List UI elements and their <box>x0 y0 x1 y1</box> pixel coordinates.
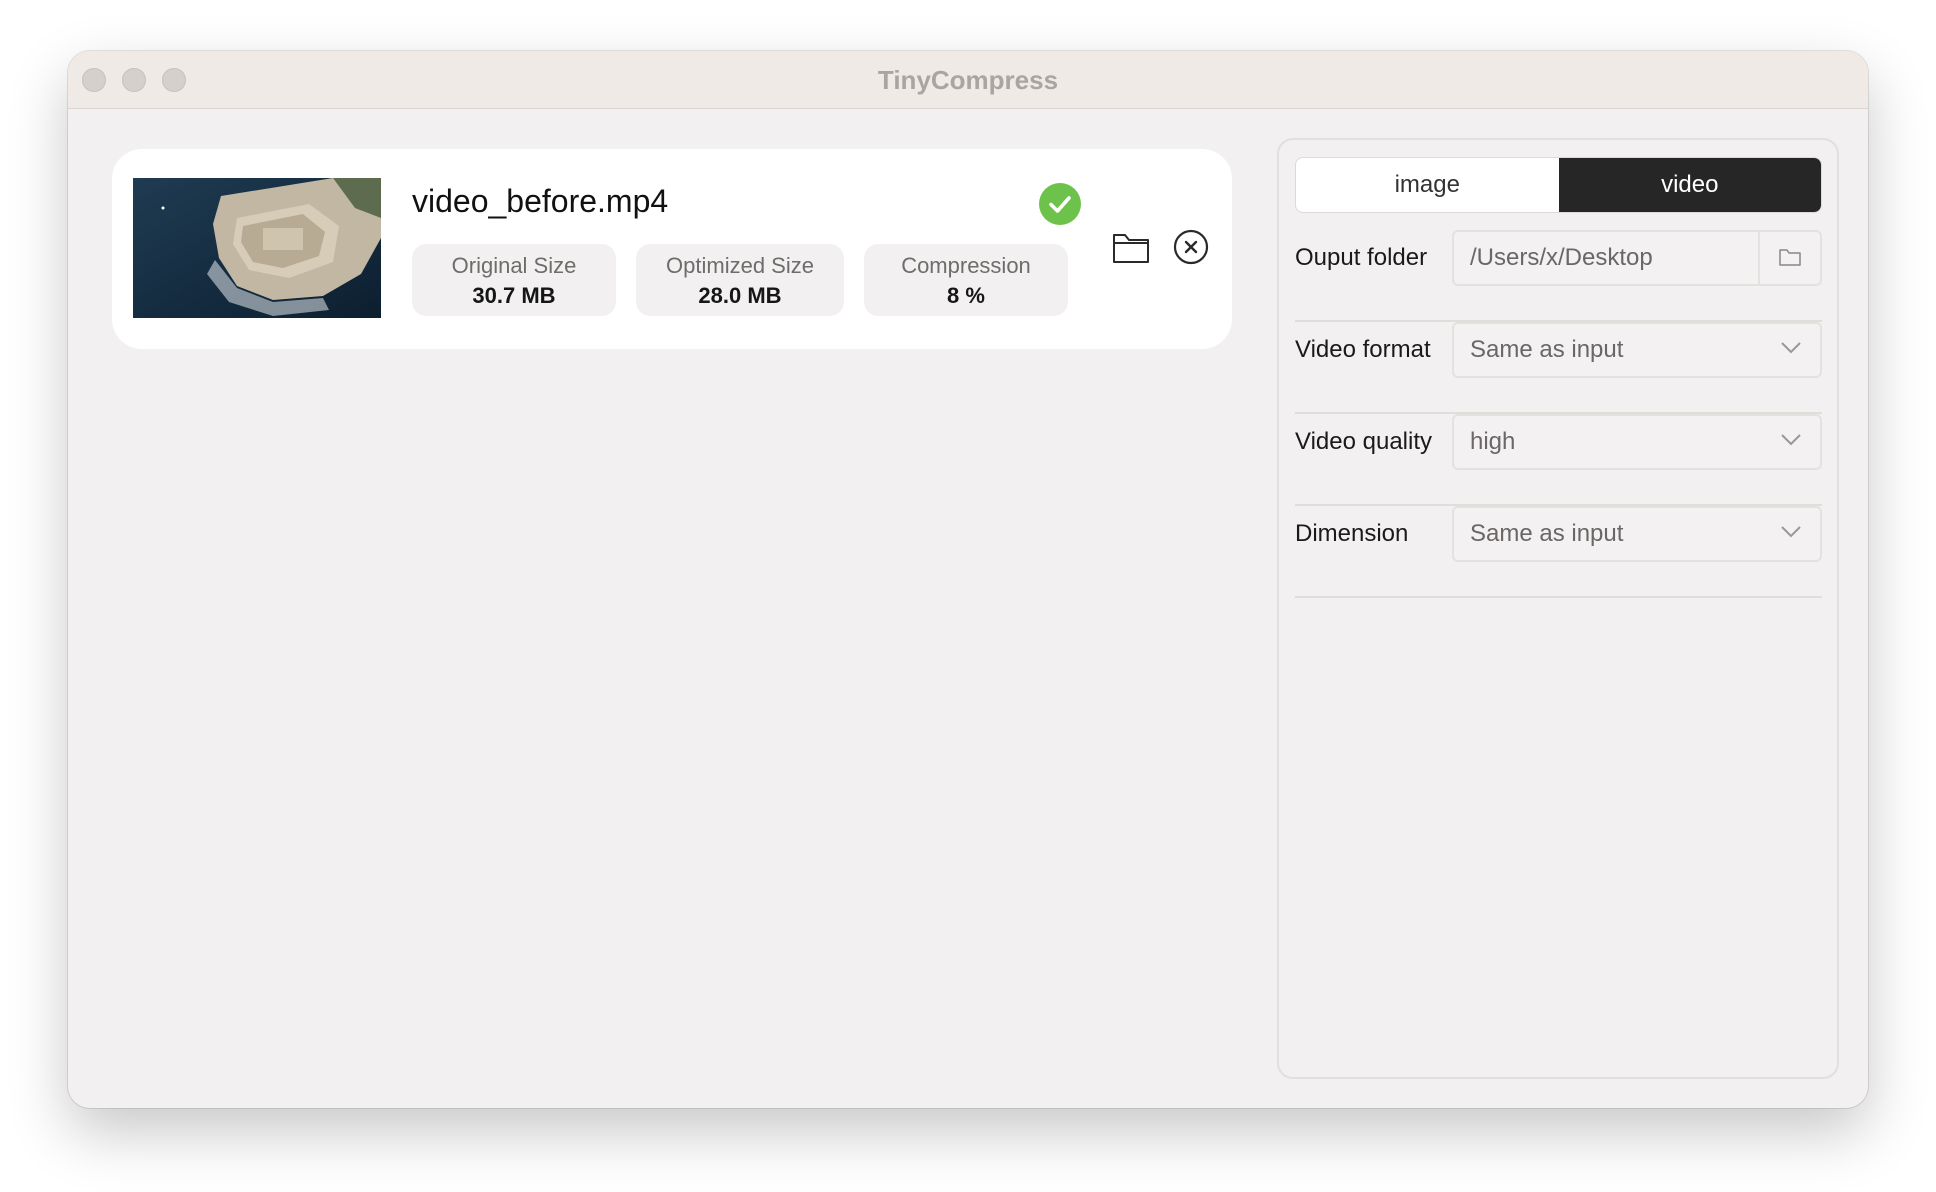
output-folder-row: Ouput folder /Users/x/Desktop <box>1295 230 1822 322</box>
optimized-size-stat: Optimized Size 28.0 MB <box>636 244 844 316</box>
video-quality-row: Video quality high <box>1295 414 1822 506</box>
dimension-row: Dimension Same as input <box>1295 506 1822 598</box>
chevron-down-icon <box>1781 342 1801 354</box>
chevron-down-icon <box>1781 434 1801 446</box>
video-format-label: Video format <box>1295 336 1431 363</box>
video-format-select[interactable]: Same as input <box>1452 322 1822 378</box>
output-folder-field[interactable]: /Users/x/Desktop <box>1452 230 1822 286</box>
folder-icon <box>1779 249 1801 266</box>
tab-image[interactable]: image <box>1296 158 1559 212</box>
original-size-value: 30.7 MB <box>472 283 556 308</box>
optimized-size-value: 28.0 MB <box>698 283 782 308</box>
folder-icon[interactable] <box>1112 231 1150 265</box>
app-window: TinyCompress video_before.mp4 Original S… <box>68 51 1868 1108</box>
dimension-label: Dimension <box>1295 520 1409 547</box>
output-folder-label: Ouput folder <box>1295 244 1428 271</box>
file-name: video_before.mp4 <box>412 183 669 219</box>
close-circle-icon[interactable] <box>1173 229 1209 265</box>
title-bar[interactable]: TinyCompress <box>68 51 1868 109</box>
media-type-toggle: image video <box>1295 157 1822 213</box>
video-format-row: Video format Same as input <box>1295 322 1822 414</box>
dimension-value: Same as input <box>1470 520 1624 547</box>
original-size-label: Original Size <box>451 253 577 278</box>
video-quality-value: high <box>1470 428 1516 455</box>
dimension-select[interactable]: Same as input <box>1452 506 1822 562</box>
file-item-card: video_before.mp4 Original Size 30.7 MB O… <box>112 149 1232 349</box>
output-folder-value: /Users/x/Desktop <box>1470 244 1653 271</box>
choose-folder-button[interactable] <box>1758 232 1820 284</box>
tab-video[interactable]: video <box>1558 158 1821 212</box>
video-format-value: Same as input <box>1470 336 1624 363</box>
chevron-down-icon <box>1781 526 1801 538</box>
window-title: TinyCompress <box>877 65 1059 95</box>
compression-label: Compression <box>901 253 1031 278</box>
compression-stat: Compression 8 % <box>864 244 1068 316</box>
video-quality-select[interactable]: high <box>1452 414 1822 470</box>
video-quality-label: Video quality <box>1295 428 1432 455</box>
compression-value: 8 % <box>947 283 985 308</box>
optimized-size-label: Optimized Size <box>666 253 814 278</box>
video-thumbnail <box>133 178 381 318</box>
settings-panel: image video Ouput folder /Users/x/Deskto… <box>1277 138 1839 1079</box>
check-circle-icon <box>1039 183 1081 225</box>
original-size-stat: Original Size 30.7 MB <box>412 244 616 316</box>
